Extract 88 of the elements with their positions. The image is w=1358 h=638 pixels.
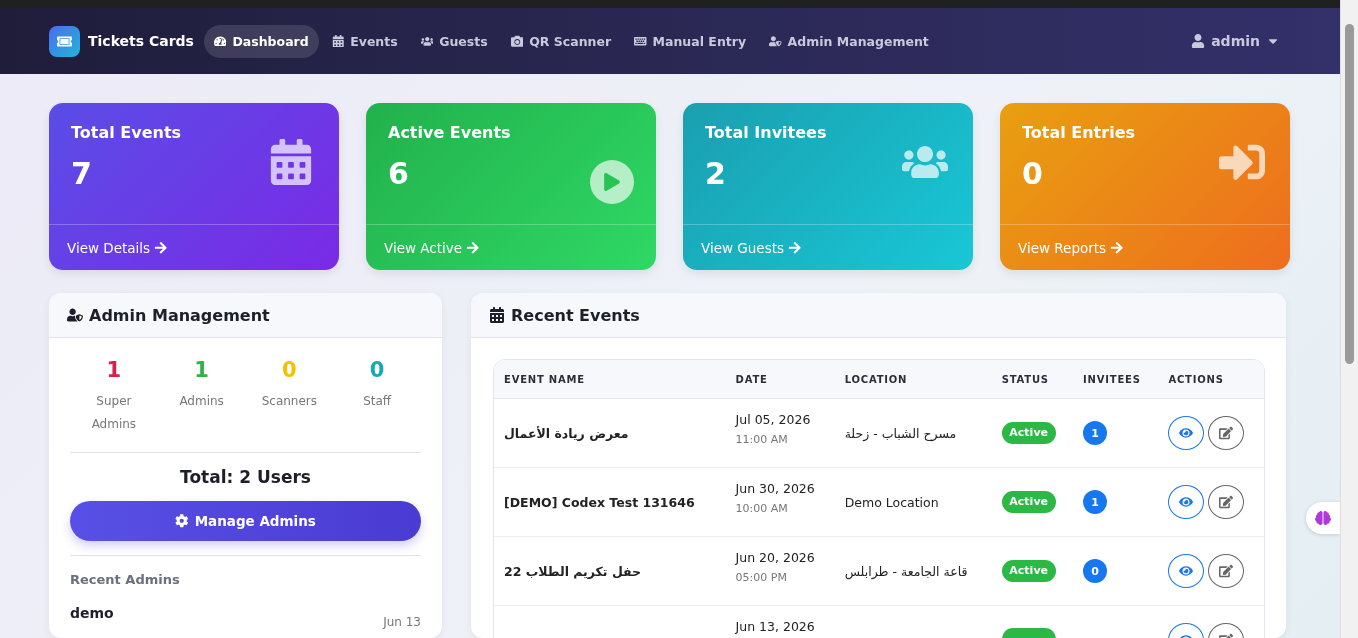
- stat-count: 1: [106, 358, 122, 382]
- brain-icon: [1315, 510, 1331, 526]
- event-date: Jul 05, 2026: [735, 412, 812, 427]
- play-icon: [590, 160, 634, 204]
- nav-link[interactable]: Dashboard: [203, 24, 319, 58]
- arrow-right-icon: [788, 240, 802, 255]
- card-title: Total Events: [71, 123, 182, 142]
- event-location: Demo Location: [844, 494, 939, 510]
- nav-link[interactable]: Guests: [410, 24, 498, 58]
- total-users: Total: 2 Users: [179, 466, 312, 489]
- stat-label: Scanners: [260, 393, 319, 410]
- arrow-right-icon: [466, 240, 480, 255]
- event-time: 05:00 PM: [735, 571, 788, 584]
- column-header: DATE: [725, 360, 835, 399]
- event-location: قاعة الجامعة - طرابلس: [844, 563, 968, 579]
- calendar-icon: [331, 34, 345, 48]
- view-button[interactable]: [1168, 416, 1205, 450]
- stat-count: 0: [369, 358, 385, 382]
- eye-icon: [1179, 426, 1194, 440]
- card-title: Active Events: [388, 123, 511, 142]
- card-value: 7: [71, 156, 93, 191]
- admin-name: demo: [70, 605, 114, 621]
- admin-date: Jun 13: [383, 615, 421, 629]
- invitee-count: 1: [1083, 490, 1108, 514]
- event-name: حفل تكريم الطلاب 22: [504, 563, 642, 579]
- calendar-icon: [489, 307, 505, 323]
- edit-button[interactable]: [1208, 554, 1245, 588]
- stat-count: 1: [194, 358, 209, 382]
- event-name: [DEMO] Codex Test 131646: [504, 494, 695, 510]
- stat-label: Staff: [362, 393, 393, 410]
- edit-icon: [1219, 495, 1234, 509]
- user-shield-icon: [67, 307, 83, 323]
- user-shield-icon: [769, 34, 782, 48]
- card-value: 6: [388, 156, 410, 191]
- floating-widget[interactable]: [1306, 502, 1340, 534]
- arrow-right-icon: [154, 240, 168, 255]
- edit-button[interactable]: [1208, 416, 1245, 450]
- settings-icon: [175, 514, 189, 528]
- eye-icon: [1179, 495, 1194, 509]
- user-menu[interactable]: admin: [1191, 33, 1280, 49]
- column-header: LOCATION: [834, 360, 992, 399]
- eye-icon: [1179, 564, 1194, 578]
- event-name: معرض ريادة الأعمال: [504, 425, 629, 441]
- brand-name: Tickets Cards: [88, 33, 194, 49]
- panel-title: Admin Management: [89, 305, 270, 325]
- camera-icon: [510, 34, 524, 48]
- event-date: Jun 30, 2026: [735, 481, 816, 496]
- card-title: Total Invitees: [705, 123, 827, 142]
- card-value: 2: [705, 156, 727, 191]
- event-location: مسرح الشباب - زحلة: [844, 425, 957, 441]
- status-badge: Active: [1001, 422, 1056, 444]
- view-button[interactable]: [1168, 485, 1205, 519]
- edit-icon: [1219, 426, 1234, 440]
- edit-button[interactable]: [1208, 485, 1245, 519]
- nav-link[interactable]: Admin Management: [759, 24, 939, 58]
- ticket-logo-icon: [49, 25, 80, 57]
- invitee-count: 0: [1083, 559, 1108, 583]
- section-title: Recent Admins: [70, 572, 181, 587]
- event-date: Jun 13, 2026: [735, 619, 816, 634]
- event-date: Jun 20, 2026: [735, 550, 816, 565]
- keyboard-icon: [634, 34, 647, 48]
- stat-count: 0: [282, 358, 297, 382]
- users-icon: [420, 34, 434, 48]
- dashboard-icon: [213, 34, 227, 48]
- view-button[interactable]: [1168, 554, 1205, 588]
- stat-label: Super Admins: [90, 393, 138, 433]
- stat-label: Admins: [178, 393, 225, 410]
- status-badge: Active: [1001, 491, 1056, 513]
- status-badge: Active: [1001, 560, 1056, 582]
- scrollbar[interactable]: [1340, 0, 1358, 638]
- card-value: 0: [1022, 156, 1044, 191]
- nav-link[interactable]: QR Scanner: [500, 24, 622, 58]
- nav-link[interactable]: Manual Entry: [624, 24, 757, 58]
- invitee-count: 1: [1083, 421, 1108, 445]
- user-icon: [1191, 34, 1206, 48]
- event-time: 11:00 AM: [735, 433, 789, 446]
- column-header: STATUS: [991, 360, 1074, 399]
- card-link[interactable]: View Details: [49, 225, 339, 270]
- column-header: ACTIONS: [1158, 360, 1264, 399]
- edit-icon: [1219, 564, 1234, 578]
- event-time: 10:00 AM: [735, 502, 789, 515]
- nav-link[interactable]: Events: [321, 24, 408, 58]
- manage-admins-button[interactable]: Manage Admins: [70, 501, 421, 541]
- card-title: Total Entries: [1022, 123, 1135, 142]
- column-header: INVITEES: [1073, 360, 1159, 399]
- arrow-right-icon: [1110, 240, 1124, 255]
- panel-title: Recent Events: [511, 305, 640, 325]
- column-header: EVENT NAME: [494, 360, 726, 399]
